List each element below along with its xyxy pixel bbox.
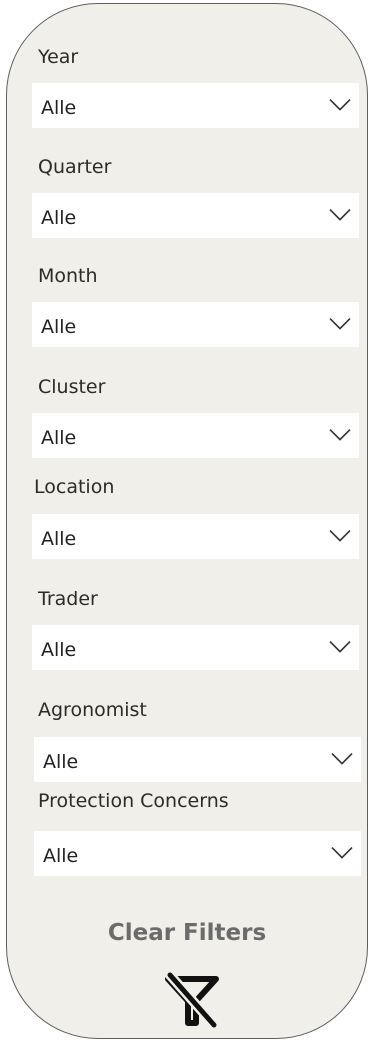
chevron-down-icon (329, 317, 351, 330)
chevron-down-icon (329, 208, 351, 221)
quarter-dropdown[interactable]: Alle (32, 193, 359, 238)
quarter-dropdown-value: Alle (41, 206, 77, 229)
year-dropdown[interactable]: Alle (32, 83, 359, 128)
year-dropdown-value: Alle (41, 96, 77, 119)
month-dropdown-value: Alle (41, 315, 77, 338)
chevron-down-icon (329, 98, 351, 111)
location-dropdown[interactable]: Alle (32, 514, 359, 559)
quarter-filter-label: Quarter (38, 156, 112, 178)
month-dropdown[interactable]: Alle (32, 302, 359, 347)
filter-panel: Year Alle Quarter Alle Month Alle Cluste… (6, 3, 368, 1039)
agronomist-dropdown-value: Alle (43, 750, 79, 773)
chevron-down-icon (329, 529, 351, 542)
protection-concerns-dropdown[interactable]: Alle (34, 831, 361, 876)
year-filter-label: Year (38, 46, 79, 68)
filter-clear-icon[interactable] (164, 971, 220, 1031)
trader-dropdown-value: Alle (41, 638, 77, 661)
cluster-filter-label: Cluster (38, 376, 106, 398)
trader-filter-label: Trader (38, 588, 98, 610)
cluster-dropdown-value: Alle (41, 426, 77, 449)
location-dropdown-value: Alle (41, 527, 77, 550)
month-filter-label: Month (38, 265, 98, 287)
trader-dropdown[interactable]: Alle (32, 625, 359, 670)
protection-concerns-dropdown-value: Alle (43, 844, 79, 867)
clear-filters-button[interactable]: Clear Filters (7, 920, 367, 946)
agronomist-dropdown[interactable]: Alle (34, 737, 361, 782)
protection-concerns-filter-label: Protection Concerns (38, 790, 229, 812)
cluster-dropdown[interactable]: Alle (32, 413, 359, 458)
chevron-down-icon (331, 752, 353, 765)
location-filter-label: Location (34, 476, 115, 498)
agronomist-filter-label: Agronomist (38, 699, 147, 721)
chevron-down-icon (329, 640, 351, 653)
chevron-down-icon (331, 846, 353, 859)
chevron-down-icon (329, 428, 351, 441)
